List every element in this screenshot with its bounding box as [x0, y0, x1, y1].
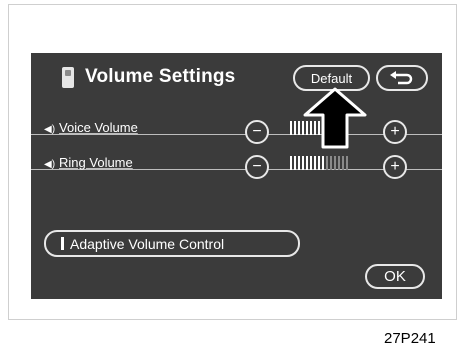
indicator-icon — [61, 237, 64, 250]
level-segment — [314, 156, 316, 170]
level-segment — [346, 156, 348, 170]
adaptive-volume-control-button[interactable]: Adaptive Volume Control — [44, 230, 300, 257]
level-segment — [302, 156, 304, 170]
level-segment — [342, 156, 344, 170]
phone-icon — [62, 67, 74, 88]
voice-volume-minus-button[interactable]: − — [245, 120, 269, 144]
speaker-icon: ◀) — [44, 124, 56, 135]
level-segment — [310, 156, 312, 170]
level-segment — [290, 121, 292, 135]
level-segment — [298, 156, 300, 170]
level-segment — [334, 156, 336, 170]
ring-volume-plus-button[interactable]: + — [383, 155, 407, 179]
volume-settings-screen: Volume Settings Default ◀) Voice Volume −… — [31, 53, 442, 299]
voice-volume-plus-button[interactable]: + — [383, 120, 407, 144]
pointer-arrow-icon — [303, 87, 367, 149]
level-segment — [330, 156, 332, 170]
level-segment — [338, 156, 340, 170]
adaptive-volume-control-label: Adaptive Volume Control — [70, 235, 225, 252]
level-segment — [322, 156, 324, 170]
figure-code: 27P241 — [384, 330, 436, 347]
return-arrow-icon — [390, 71, 413, 85]
default-button-label: Default — [310, 70, 353, 86]
speaker-icon: ◀) — [44, 159, 56, 170]
ok-button-label: OK — [384, 268, 406, 285]
level-segment — [318, 156, 320, 170]
ok-button[interactable]: OK — [365, 264, 425, 289]
back-button[interactable] — [376, 65, 428, 91]
level-segment — [326, 156, 328, 170]
ring-volume-label: ◀) Ring Volume — [44, 155, 133, 170]
voice-volume-label: ◀) Voice Volume — [44, 120, 138, 135]
level-segment — [298, 121, 300, 135]
ring-volume-level-bar — [290, 156, 348, 170]
level-segment — [294, 121, 296, 135]
level-segment — [290, 156, 292, 170]
ring-volume-minus-button[interactable]: − — [245, 155, 269, 179]
level-segment — [294, 156, 296, 170]
level-segment — [306, 156, 308, 170]
page-title: Volume Settings — [85, 66, 236, 87]
